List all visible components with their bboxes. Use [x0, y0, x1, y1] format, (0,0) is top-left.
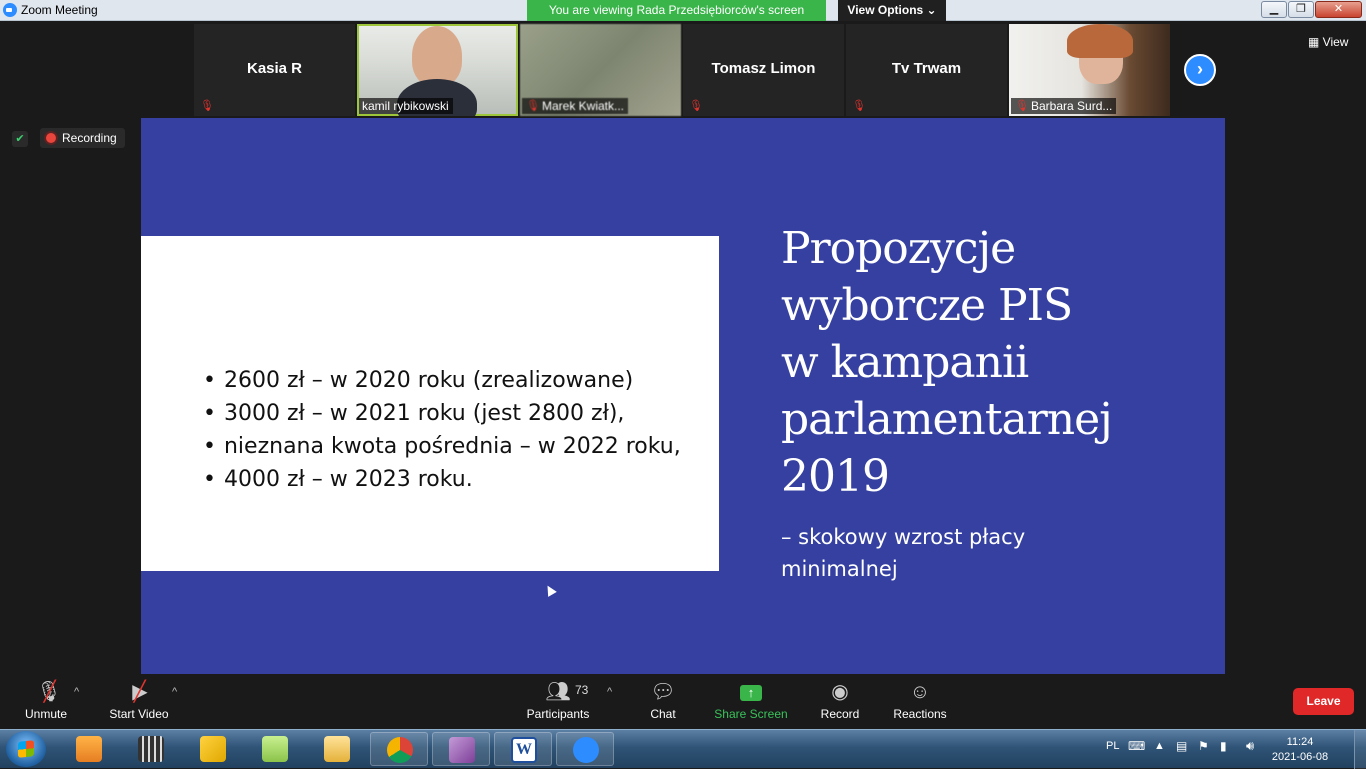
window-title: Zoom Meeting — [21, 3, 98, 17]
meeting-toolbar: 🎙︎╱ Unmute ^ ▶╱ Start Video ^ 👥︎ Partici… — [0, 677, 1366, 729]
leave-button[interactable]: Leave — [1293, 688, 1354, 715]
volume-icon[interactable]: 🔊︎ — [1246, 738, 1254, 754]
recording-indicator[interactable]: Recording — [40, 128, 125, 148]
slide-heading: Propozycje wyborcze PIS w kampanii parla… — [781, 223, 1113, 502]
next-page-button[interactable]: › — [1184, 54, 1216, 86]
windows-taskbar: W PL ⌨ ▲ ▤ ⚑ ▮ 🔊︎ 11:24 2021-06-08 — [0, 729, 1366, 769]
unmute-button[interactable]: 🎙︎╱ Unmute — [16, 677, 76, 729]
taskbar-chrome[interactable] — [370, 732, 428, 766]
participant-video-person — [412, 26, 462, 86]
viewing-screen-banner: You are viewing Rada Przedsiębiorców's s… — [527, 0, 826, 21]
taskbar-word[interactable]: W — [494, 732, 552, 766]
taskbar-clock[interactable]: 11:24 2021-06-08 — [1262, 735, 1338, 765]
maximize-button[interactable]: ❐ — [1288, 1, 1314, 18]
taskbar-zoom[interactable] — [556, 732, 614, 766]
action-center-flag-icon[interactable]: ⚑ — [1198, 739, 1209, 753]
taskbar-onenote[interactable] — [432, 732, 490, 766]
chat-button[interactable]: 💬︎ Chat — [638, 677, 688, 729]
mic-muted-icon: 🎙︎ — [526, 100, 540, 112]
zoom-icon — [573, 737, 599, 763]
participant-name: Kasia R — [246, 60, 303, 77]
share-screen-button[interactable]: ↑ Share Screen — [712, 677, 790, 729]
lightning-icon — [200, 736, 226, 762]
participant-tile[interactable]: Marek Kwiatk... 🎙︎ — [520, 24, 681, 116]
participant-tile[interactable]: Tv Trwam 🎙︎ — [846, 24, 1007, 116]
chrome-icon — [387, 737, 413, 763]
security-shield-icon[interactable]: ✔ — [12, 131, 28, 147]
participant-name: kamil rybikowski — [359, 98, 453, 114]
reactions-button[interactable]: ☺ Reactions — [890, 677, 950, 729]
reactions-icon: ☺ — [909, 681, 931, 703]
start-button[interactable] — [6, 731, 46, 767]
slide-bullet-list: 2600 zł – w 2020 roku (zrealizowane) 300… — [203, 364, 681, 496]
folder-icon — [324, 736, 350, 762]
slide-bullet: 2600 zł – w 2020 roku (zrealizowane) — [203, 364, 681, 397]
keyboard-icon[interactable]: ⌨ — [1128, 739, 1145, 753]
mic-muted-icon: 🎙︎╱ — [36, 681, 62, 703]
taskbar-video-editor[interactable] — [122, 732, 180, 766]
close-button[interactable]: ✕ — [1315, 1, 1362, 18]
recording-dot-icon — [46, 133, 56, 143]
sticky-notes-icon — [262, 736, 288, 762]
taskbar-media-player[interactable] — [60, 732, 118, 766]
taskbar-winamp[interactable] — [184, 732, 242, 766]
network-icon[interactable]: ▤ — [1176, 739, 1187, 753]
participant-tile[interactable]: Barbara Surd... 🎙︎ — [1009, 24, 1170, 116]
mic-muted-icon: 🎙︎ — [852, 100, 866, 112]
record-icon: ◉ — [831, 681, 849, 703]
audio-options-caret[interactable]: ^ — [74, 686, 79, 698]
slide-bullet: 4000 zł – w 2023 roku. — [203, 463, 681, 496]
media-player-icon — [76, 736, 102, 762]
show-hidden-icons[interactable]: ▲ — [1154, 740, 1165, 752]
signal-icon[interactable]: ▮ — [1220, 739, 1227, 753]
onenote-icon — [449, 737, 475, 763]
participant-tile[interactable]: Kasia R 🎙︎ — [194, 24, 355, 116]
participants-count: 73 — [575, 683, 589, 697]
start-video-button[interactable]: ▶╱ Start Video — [104, 677, 174, 729]
taskbar-explorer[interactable] — [308, 732, 366, 766]
show-desktop-button[interactable] — [1354, 730, 1366, 769]
video-off-icon: ▶╱ — [132, 681, 148, 703]
participant-name: Tv Trwam — [891, 60, 962, 77]
record-button[interactable]: ◉ Record — [816, 677, 864, 729]
participants-options-caret[interactable]: ^ — [607, 686, 612, 698]
grid-icon: ▦ — [1308, 35, 1323, 49]
language-indicator[interactable]: PL — [1106, 740, 1119, 752]
slide-bullet: nieznana kwota pośrednia – w 2022 roku, — [203, 430, 681, 463]
participant-video-hair — [1067, 24, 1133, 58]
zoom-app-icon — [3, 3, 17, 17]
share-screen-icon: ↑ — [712, 677, 790, 707]
participant-name: Tomasz Limon — [711, 60, 816, 77]
shared-screen: 2600 zł – w 2020 roku (zrealizowane) 300… — [141, 118, 1225, 674]
mic-muted-icon: 🎙︎ — [200, 100, 214, 112]
chat-icon: 💬︎ — [650, 681, 676, 703]
slide-bullet: 3000 zł – w 2021 roku (jest 2800 zł), — [203, 397, 681, 430]
film-icon — [138, 736, 164, 762]
view-button[interactable]: ▦ View — [1308, 35, 1348, 49]
participant-tile[interactable]: kamil rybikowski — [357, 24, 518, 116]
view-options-button[interactable]: View Options ⌄ — [838, 0, 946, 21]
mic-muted-icon: 🎙︎ — [1015, 100, 1029, 112]
minimize-button[interactable]: ▁ — [1261, 1, 1287, 18]
video-options-caret[interactable]: ^ — [172, 686, 177, 698]
word-icon: W — [511, 737, 537, 763]
participant-tile[interactable]: Tomasz Limon 🎙︎ — [683, 24, 844, 116]
mic-muted-icon: 🎙︎ — [689, 100, 703, 112]
taskbar-sticky-notes[interactable] — [246, 732, 304, 766]
slide-subheading: – skokowy wzrost płacy minimalnej — [781, 525, 1026, 581]
